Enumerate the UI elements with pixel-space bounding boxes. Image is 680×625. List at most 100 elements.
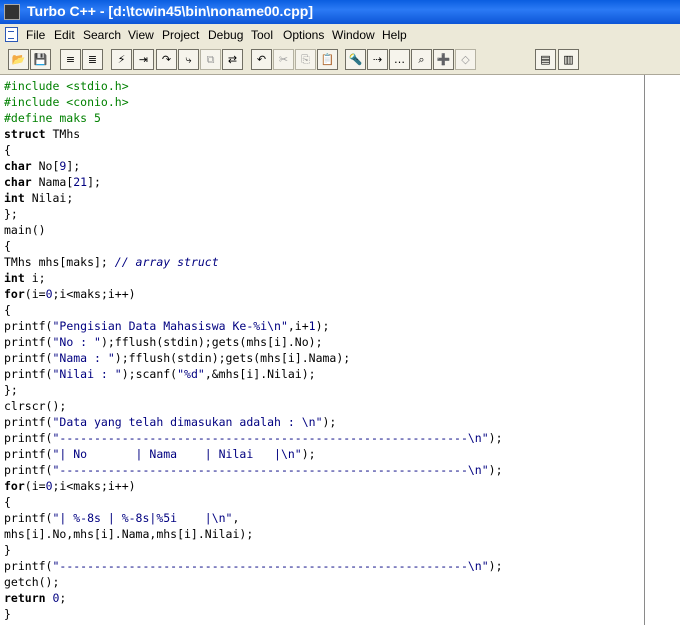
search-icon[interactable]: 🔦: [345, 49, 366, 70]
code-token: {: [4, 303, 11, 317]
code-token: };: [4, 383, 18, 397]
code-token: );: [322, 415, 337, 429]
code-line[interactable]: char No[9];: [4, 158, 80, 174]
menu-edit[interactable]: Edit: [54, 28, 75, 42]
code-line[interactable]: int Nilai;: [4, 190, 73, 206]
code-editor[interactable]: #include <stdio.h> #include <conio.h> #def…: [0, 75, 680, 625]
code-line[interactable]: }: [4, 606, 11, 622]
code-line[interactable]: printf("Nama : ");fflush(stdin);gets(mhs…: [4, 350, 350, 366]
add-watch-icon[interactable]: ➕: [433, 49, 454, 70]
code-token: "Nama : ": [52, 351, 115, 365]
code-line[interactable]: TMhs mhs[maks]; // array struct: [4, 254, 219, 270]
code-token: );: [488, 463, 503, 477]
undo-icon[interactable]: ↶: [251, 49, 272, 70]
code-line[interactable]: };: [4, 382, 18, 398]
menu-file[interactable]: File: [26, 28, 45, 42]
code-line[interactable]: printf("Data yang telah dimasukan adalah…: [4, 414, 336, 430]
menu-project[interactable]: Project: [162, 28, 199, 42]
step-into-icon[interactable]: ⇥: [133, 49, 154, 70]
window-title: Turbo C++ - [d:\tcwin45\bin\noname00.cpp…: [27, 3, 313, 19]
save-binary-icon[interactable]: ≡: [60, 49, 81, 70]
code-token: }: [4, 607, 11, 621]
code-line[interactable]: printf("--------------------------------…: [4, 558, 503, 574]
tile-icon[interactable]: ▤: [535, 49, 556, 70]
search-replace-icon[interactable]: ⇢: [367, 49, 388, 70]
open-file-icon[interactable]: 📂: [8, 49, 29, 70]
find-binary-icon[interactable]: ≣: [82, 49, 103, 70]
menu-search[interactable]: Search: [83, 28, 121, 42]
inspect-icon[interactable]: ◇: [455, 49, 476, 70]
code-token: {: [4, 143, 11, 157]
code-token: {: [4, 495, 11, 509]
menu-options[interactable]: Options: [283, 28, 324, 42]
menu-help[interactable]: Help: [382, 28, 407, 42]
menu-tool[interactable]: Tool: [251, 28, 273, 42]
code-token: TMhs mhs[maks];: [4, 255, 115, 269]
code-line[interactable]: getch();: [4, 574, 59, 590]
code-line[interactable]: int i;: [4, 270, 46, 286]
code-token: 21: [73, 175, 88, 189]
search-again-icon[interactable]: …: [389, 49, 410, 70]
code-token: i;: [24, 271, 46, 285]
code-line[interactable]: };: [4, 206, 18, 222]
app-icon[interactable]: [4, 4, 20, 20]
code-token: "Data yang telah dimasukan adalah : \n": [52, 415, 323, 429]
code-line[interactable]: printf("No : ");fflush(stdin);gets(mhs[i…: [4, 334, 323, 350]
code-line[interactable]: clrscr();: [4, 398, 66, 414]
code-line[interactable]: {: [4, 238, 11, 254]
copy-icon[interactable]: ⎘: [295, 49, 316, 70]
code-token: ,&mhs[i].Nilai);: [204, 367, 316, 381]
code-line[interactable]: #include <conio.h>: [4, 94, 129, 110]
code-token: );: [301, 447, 316, 461]
code-token: );: [315, 319, 330, 333]
code-line[interactable]: mhs[i].No,mhs[i].Nama,mhs[i].Nilai);: [4, 526, 253, 542]
step-over-icon[interactable]: ↷: [156, 49, 177, 70]
trace-icon[interactable]: ⤷: [178, 49, 199, 70]
code-token: return: [4, 591, 46, 605]
find-in-files-icon[interactable]: ⌕: [411, 49, 432, 70]
code-token: (i=: [24, 287, 46, 301]
code-line[interactable]: {: [4, 494, 11, 510]
code-line[interactable]: printf("Pengisian Data Mahasiswa Ke-%i\n…: [4, 318, 329, 334]
save-file-icon[interactable]: 💾: [30, 49, 51, 70]
menu-debug[interactable]: Debug: [208, 28, 243, 42]
code-token: "---------------------------------------…: [52, 559, 489, 573]
code-line[interactable]: printf("| %-8s | %-8s|%5i |\n",: [4, 510, 239, 526]
code-token: printf(: [4, 463, 53, 477]
code-line[interactable]: return 0;: [4, 590, 66, 606]
code-token: ];: [66, 159, 81, 173]
code-token: main(): [4, 223, 46, 237]
replace-icon[interactable]: ⇄: [222, 49, 243, 70]
code-line[interactable]: for(i=0;i<maks;i++): [4, 478, 136, 494]
cut-icon[interactable]: ✂: [273, 49, 294, 70]
code-token: for: [4, 479, 25, 493]
code-line[interactable]: struct TMhs: [4, 126, 80, 142]
code-line[interactable]: {: [4, 302, 11, 318]
code-token: printf(: [4, 559, 53, 573]
copy-disabled-icon[interactable]: ⧉: [200, 49, 221, 70]
cascade-icon[interactable]: ▥: [558, 49, 579, 70]
menu-view[interactable]: View: [128, 28, 154, 42]
code-line[interactable]: printf("--------------------------------…: [4, 430, 503, 446]
paste-icon[interactable]: 📋: [317, 49, 338, 70]
code-token: for: [4, 287, 25, 301]
code-line[interactable]: main(): [4, 222, 46, 238]
code-line[interactable]: printf("--------------------------------…: [4, 462, 503, 478]
code-line[interactable]: printf("| No | Nama | Nilai |\n");: [4, 446, 316, 462]
code-token: (i=: [24, 479, 46, 493]
document-icon[interactable]: [5, 27, 18, 42]
make-icon[interactable]: ⚡: [111, 49, 132, 70]
code-line[interactable]: char Nama[21];: [4, 174, 101, 190]
code-line[interactable]: }: [4, 542, 11, 558]
code-line[interactable]: for(i=0;i<maks;i++): [4, 286, 136, 302]
code-line[interactable]: printf("Nilai : ");scanf("%d",&mhs[i].Ni…: [4, 366, 316, 382]
code-line[interactable]: {: [4, 142, 11, 158]
code-line[interactable]: #define maks 5: [4, 110, 101, 126]
code-token: printf(: [4, 447, 53, 461]
code-token: No[: [31, 159, 60, 173]
code-token: clrscr();: [4, 399, 67, 413]
code-token: char: [4, 175, 32, 189]
title-bar[interactable]: Turbo C++ - [d:\tcwin45\bin\noname00.cpp…: [0, 0, 680, 24]
menu-window[interactable]: Window: [332, 28, 375, 42]
code-line[interactable]: #include <stdio.h>: [4, 78, 129, 94]
